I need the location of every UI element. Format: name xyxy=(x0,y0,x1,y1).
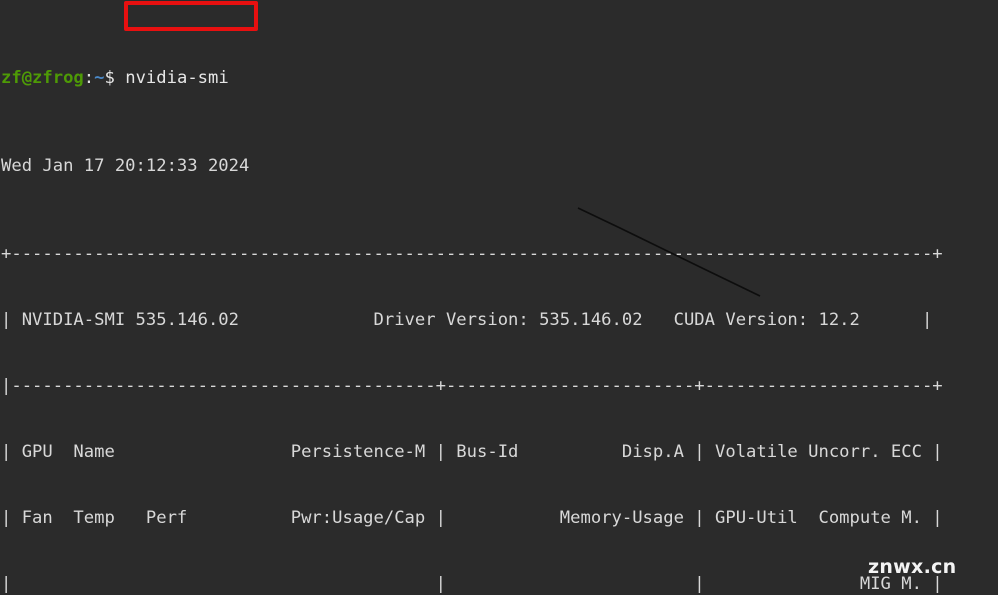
prompt-path: ~ xyxy=(94,68,105,88)
shell-prompt-line: zf@zfrog:~$ nvidia-smi xyxy=(1,67,943,89)
terminal-output: zf@zfrog:~$ nvidia-smi Wed Jan 17 20:12:… xyxy=(0,0,943,595)
output-line: | GPU Name Persistence-M | Bus-Id Disp.A… xyxy=(1,442,943,462)
prompt-colon: : xyxy=(83,68,95,88)
output-line: | | | MIG M. | xyxy=(1,574,943,594)
output-line: | NVIDIA-SMI 535.146.02 Driver Version: … xyxy=(1,310,933,330)
output-timestamp: Wed Jan 17 20:12:33 2024 xyxy=(1,156,250,176)
prompt-user-host: zf@zfrog xyxy=(1,68,84,88)
output-line: +---------------------------------------… xyxy=(1,244,943,264)
typed-command[interactable]: nvidia-smi xyxy=(125,68,228,88)
prompt-sigil: $ xyxy=(104,68,115,88)
terminal-window[interactable]: zf@zfrog:~$ nvidia-smi Wed Jan 17 20:12:… xyxy=(0,0,998,595)
output-line: |---------------------------------------… xyxy=(1,376,943,396)
output-line: | Fan Temp Perf Pwr:Usage/Cap | Memory-U… xyxy=(1,508,943,528)
